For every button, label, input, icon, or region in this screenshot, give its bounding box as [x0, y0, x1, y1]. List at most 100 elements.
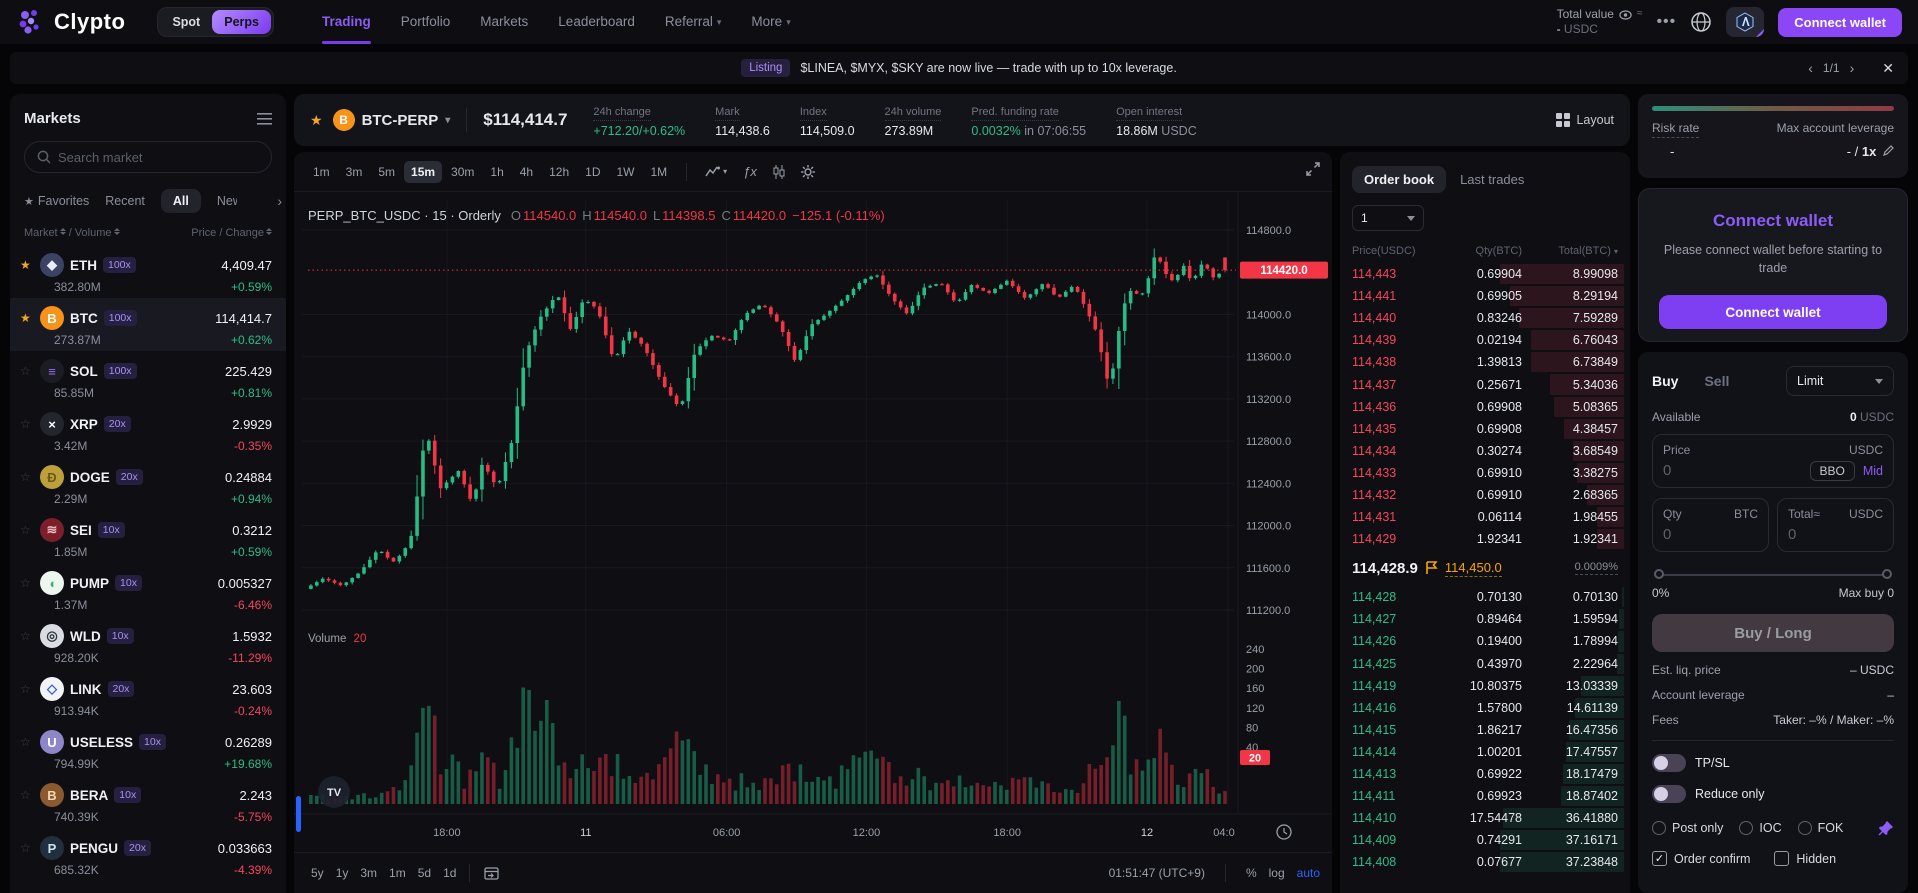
favorite-star-icon[interactable]: ☆: [20, 788, 34, 802]
radio-ioc[interactable]: IOC: [1739, 821, 1782, 835]
indicators-fx-icon[interactable]: ƒx: [737, 164, 763, 179]
interval-5m[interactable]: 5m: [371, 161, 402, 183]
connect-wallet-cta-button[interactable]: Connect wallet: [1659, 295, 1887, 330]
spread-percent[interactable]: 0.0009%: [1574, 561, 1618, 576]
bbo-button[interactable]: BBO: [1809, 460, 1855, 481]
bid-row[interactable]: 114,415 1.86217 16.47356: [1340, 719, 1630, 741]
instrument-selector[interactable]: B BTC-PERP ▾: [332, 109, 450, 131]
market-row-doge[interactable]: ☆ Ð DOGE 20x 0.24884 2.29M +0.94%: [10, 457, 286, 510]
nav-link-referral[interactable]: Referral ▾: [665, 0, 722, 44]
interval-1M[interactable]: 1M: [643, 161, 674, 183]
ask-row[interactable]: 114,438 1.39813 6.73849: [1340, 351, 1630, 373]
market-row-btc[interactable]: ★ B BTC 100x 114,414.7 273.87M +0.62%: [10, 298, 286, 351]
range-3m[interactable]: 3m: [355, 863, 382, 883]
edit-leverage-pencil-icon[interactable]: [1883, 145, 1894, 156]
bid-row[interactable]: 114,428 0.70130 0.70130: [1340, 586, 1630, 608]
range-1y[interactable]: 1y: [331, 863, 354, 883]
checkbox-hidden[interactable]: Hidden: [1774, 851, 1836, 866]
market-row-useless[interactable]: ☆ U USELESS 10x 0.26289 794.99K +19.68%: [10, 722, 286, 775]
range-5y[interactable]: 5y: [306, 863, 329, 883]
bid-row[interactable]: 114,425 0.43970 2.22964: [1340, 653, 1630, 675]
goto-date-calendar-icon[interactable]: [478, 866, 505, 880]
market-row-bera[interactable]: ☆ B BERA 10x 2.243 740.39K -5.75%: [10, 775, 286, 828]
bid-row[interactable]: 114,427 0.89464 1.59594: [1340, 608, 1630, 630]
ask-row[interactable]: 114,439 0.02194 6.76043: [1340, 329, 1630, 351]
bid-row[interactable]: 114,411 0.69923 18.87402: [1340, 785, 1630, 807]
toggle-switch[interactable]: [1652, 785, 1686, 803]
interval-15m[interactable]: 15m: [404, 160, 443, 183]
interval-4h[interactable]: 4h: [513, 161, 540, 183]
bid-row[interactable]: 114,409 0.74291 37.16171: [1340, 829, 1630, 851]
nav-link-trading[interactable]: Trading: [321, 0, 371, 44]
favorite-star-icon[interactable]: ☆: [20, 470, 34, 484]
favorite-star-icon[interactable]: ☆: [20, 417, 34, 431]
bid-row[interactable]: 114,413 0.69922 18.17479: [1340, 763, 1630, 785]
favorite-star-icon[interactable]: ☆: [20, 682, 34, 696]
bid-row[interactable]: 114,408 0.07677 37.23848: [1340, 851, 1630, 873]
market-row-eth[interactable]: ★ ◆ ETH 100x 4,409.47 382.80M +0.59%: [10, 245, 286, 298]
market-tab-favorites[interactable]: ★ Favorites: [24, 194, 89, 208]
checkbox-order-confirm[interactable]: ✓ Order confirm: [1652, 851, 1750, 866]
toggle-reduce-only[interactable]: Reduce only: [1652, 785, 1894, 803]
market-tab-new[interactable]: New: [217, 194, 237, 208]
chart-clock[interactable]: 01:51:47 (UTC+9): [1109, 866, 1205, 880]
interval-3m[interactable]: 3m: [339, 161, 370, 183]
candlestick-chart[interactable]: 114420.0 114800.0 114000.0 113600.0 113200.0…: [294, 192, 1332, 852]
tab-sell[interactable]: Sell: [1704, 373, 1729, 389]
markets-menu-icon[interactable]: [257, 112, 272, 125]
market-search[interactable]: [24, 141, 272, 173]
ask-row[interactable]: 114,432 0.69910 2.68365: [1340, 484, 1630, 506]
interval-12h[interactable]: 12h: [542, 161, 576, 183]
ask-row[interactable]: 114,443 0.69904 8.99098: [1340, 263, 1630, 285]
scale-auto[interactable]: auto: [1297, 866, 1320, 880]
ask-row[interactable]: 114,435 0.69908 4.38457: [1340, 418, 1630, 440]
ask-row[interactable]: 114,440 0.83246 7.59289: [1340, 307, 1630, 329]
candle-style-icon[interactable]: [767, 164, 791, 179]
ask-row[interactable]: 114,431 0.06114 1.98455: [1340, 506, 1630, 528]
market-row-sol[interactable]: ☆ ≡ SOL 100x 225.429 85.85M +0.81%: [10, 351, 286, 404]
radio-post-only[interactable]: Post only: [1652, 821, 1723, 835]
favorite-star-icon[interactable]: ☆: [20, 523, 34, 537]
scale-%[interactable]: %: [1246, 866, 1257, 880]
scrollbar-handle[interactable]: [296, 796, 301, 832]
favorite-star-icon[interactable]: ☆: [20, 629, 34, 643]
nav-link-markets[interactable]: Markets: [480, 0, 528, 44]
scale-log[interactable]: log: [1269, 866, 1285, 880]
toggle-spot[interactable]: Spot: [160, 10, 212, 34]
interval-1W[interactable]: 1W: [609, 161, 641, 183]
market-row-link[interactable]: ☆ ◇ LINK 20x 23.603 913.94K -0.24%: [10, 669, 286, 722]
order-book-tab-order-book[interactable]: Order book: [1352, 166, 1447, 193]
favorite-star-icon[interactable]: ★: [20, 311, 34, 325]
total-input[interactable]: 0: [1788, 526, 1796, 543]
price-field[interactable]: Price USDC 0 BBO Mid: [1652, 434, 1894, 488]
nav-link-more[interactable]: More ▾: [751, 0, 790, 44]
order-type-select[interactable]: Limit: [1786, 366, 1894, 396]
search-input[interactable]: [58, 149, 258, 165]
favorite-star-icon[interactable]: ★: [20, 258, 34, 272]
favorite-star-icon[interactable]: ☆: [20, 735, 34, 749]
market-row-wld[interactable]: ☆ ◎ WLD 10x 1.5932 928.20K -11.29%: [10, 616, 286, 669]
interval-30m[interactable]: 30m: [444, 161, 481, 183]
bid-row[interactable]: 114,416 1.57800 14.61139: [1340, 697, 1630, 719]
ask-row[interactable]: 114,436 0.69908 5.08365: [1340, 396, 1630, 418]
market-row-pump[interactable]: ☆ ◖ PUMP 10x 0.005327 1.37M -6.46%: [10, 563, 286, 616]
ask-row[interactable]: 114,437 0.25671 5.34036: [1340, 373, 1630, 395]
banner-next-icon[interactable]: ›: [1850, 60, 1855, 76]
buy-long-button[interactable]: Buy / Long: [1652, 614, 1894, 652]
total-field[interactable]: Total≈ USDC 0: [1777, 498, 1894, 552]
network-selector[interactable]: [1726, 7, 1765, 37]
chart-settings-gear-icon[interactable]: [795, 164, 821, 179]
ask-row[interactable]: 114,434 0.30274 3.68549: [1340, 440, 1630, 462]
toggle-switch[interactable]: [1652, 754, 1686, 772]
ask-row[interactable]: 114,433 0.69910 3.38275: [1340, 462, 1630, 484]
range-1m[interactable]: 1m: [384, 863, 411, 883]
favorite-star-icon[interactable]: ☆: [20, 576, 34, 590]
more-menu-icon[interactable]: •••: [1656, 13, 1676, 31]
qty-field[interactable]: Qty BTC 0: [1652, 498, 1769, 552]
size-slider[interactable]: [1654, 568, 1892, 582]
favorite-star-icon[interactable]: ★: [310, 112, 323, 129]
favorite-star-icon[interactable]: ☆: [20, 364, 34, 378]
tradingview-logo[interactable]: TV: [318, 776, 350, 808]
eye-icon[interactable]: [1619, 9, 1632, 20]
banner-prev-icon[interactable]: ‹: [1808, 60, 1813, 76]
